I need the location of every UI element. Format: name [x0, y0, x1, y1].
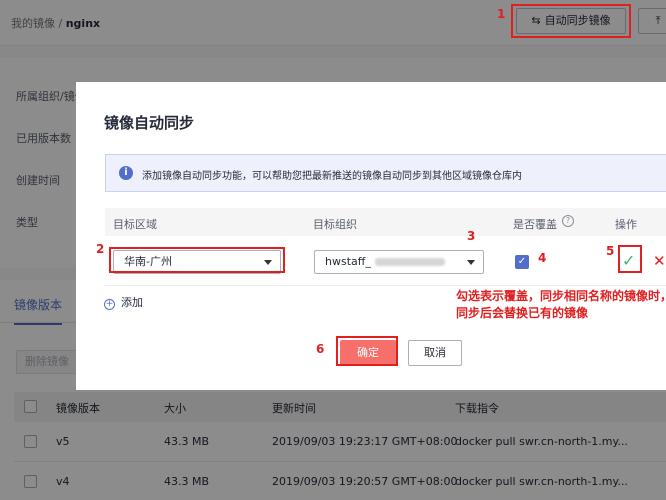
- highlight-box-sync: [511, 4, 631, 38]
- highlight-box-confirm-row: [618, 245, 642, 273]
- highlight-box-region: [109, 247, 285, 273]
- step-number-1: 1: [497, 7, 506, 21]
- step-number-4: 4: [538, 251, 547, 265]
- target-org-value: hwstaff_: [325, 255, 371, 268]
- close-icon[interactable]: ✕: [653, 252, 666, 270]
- step-number-3: 3: [467, 229, 476, 243]
- target-org-select[interactable]: hwstaff_: [314, 250, 484, 274]
- step-number-5: 5: [606, 244, 615, 258]
- overwrite-checkbox[interactable]: ✓: [515, 255, 529, 269]
- step-number-6: 6: [316, 342, 325, 356]
- dialog-title: 镜像自动同步: [104, 114, 195, 132]
- col-target-region: 目标区域: [113, 218, 157, 231]
- redacted-org-name: [374, 258, 445, 266]
- sync-table-header: 目标区域 目标组织 是否覆盖 ? 操作: [105, 208, 666, 236]
- plus-circle-icon: +: [104, 299, 115, 310]
- cancel-button[interactable]: 取消: [408, 340, 462, 366]
- info-icon: i: [119, 166, 133, 180]
- help-icon[interactable]: ?: [562, 215, 574, 227]
- step-number-2: 2: [96, 242, 105, 256]
- col-overwrite: 是否覆盖: [513, 218, 557, 231]
- info-text: 添加镜像自动同步功能，可以帮助您把最新推送的镜像自动同步到其他区域镜像仓库内: [142, 171, 522, 182]
- add-rule-link[interactable]: + 添加: [104, 294, 143, 310]
- info-alert: i 添加镜像自动同步功能，可以帮助您把最新推送的镜像自动同步到其他区域镜像仓库内: [105, 154, 666, 192]
- col-target-org: 目标组织: [313, 218, 357, 231]
- chevron-down-icon: [467, 260, 475, 265]
- col-action: 操作: [615, 218, 637, 231]
- add-label: 添加: [121, 296, 143, 309]
- highlight-box-confirm: [336, 336, 398, 366]
- overwrite-annotation: 勾选表示覆盖，同步相同名称的镜像时，同步后会替换已有的镜像: [456, 289, 666, 320]
